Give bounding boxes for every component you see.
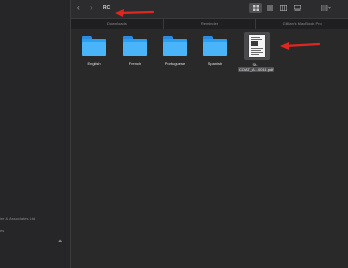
arrow-to-folder-title [115, 9, 155, 17]
arrow-to-pdf-file [280, 42, 321, 50]
annotation-arrows [115, 9, 321, 50]
